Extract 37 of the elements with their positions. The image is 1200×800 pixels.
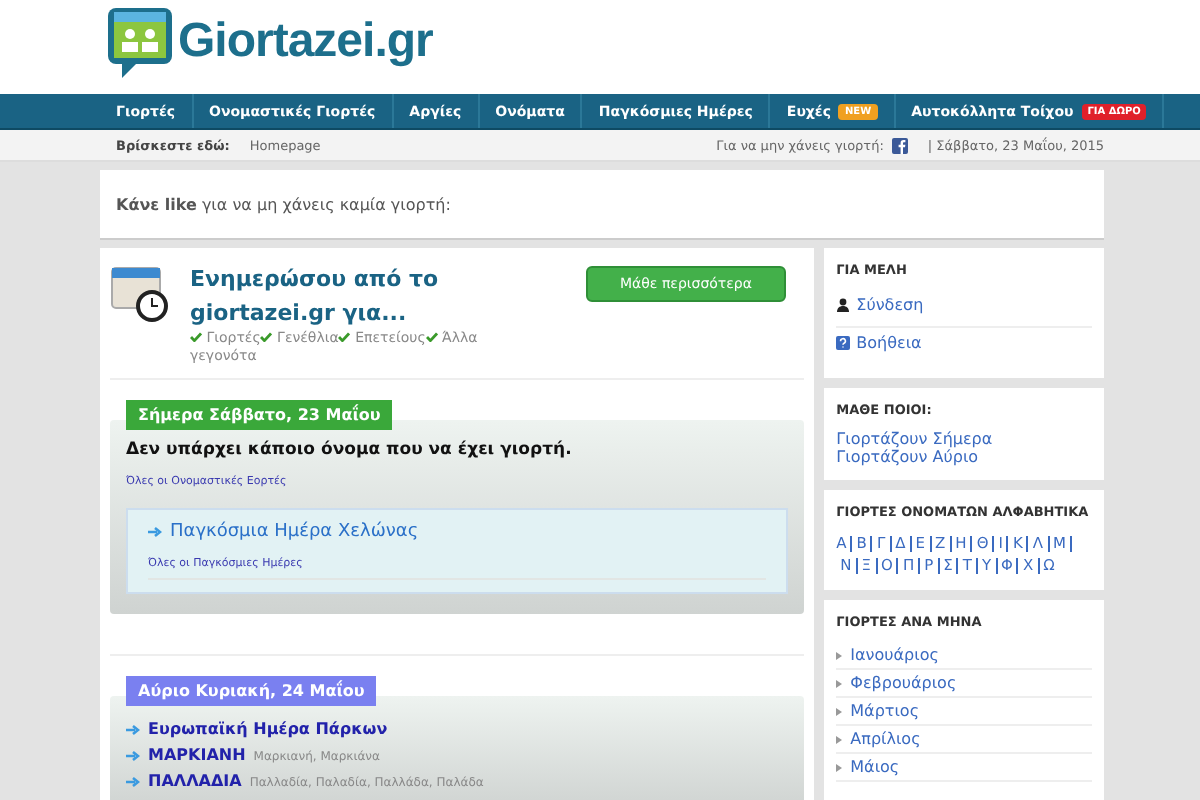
month-link[interactable]: Μάρτιος xyxy=(850,702,920,720)
help-icon xyxy=(836,336,851,350)
bullet-icon xyxy=(836,707,843,715)
check-icon xyxy=(260,332,273,342)
bullet-icon xyxy=(836,651,843,659)
help-link[interactable]: Βοήθεια xyxy=(856,334,922,352)
month-link[interactable]: Φεβρουάριος xyxy=(850,674,957,692)
arrow-icon xyxy=(126,749,140,761)
month-link[interactable]: Ιανουάριος xyxy=(850,646,939,664)
facebook-icon[interactable] xyxy=(891,137,908,153)
check-icon xyxy=(190,332,202,342)
arrow-icon xyxy=(148,526,162,538)
nameday-link[interactable]: ΠΑΛΛΑΔΙΑ xyxy=(148,772,242,790)
nameday-link[interactable]: ΜΑΡΚΙΑΝΗ xyxy=(148,746,246,764)
check-icon xyxy=(338,332,351,342)
arrow-icon xyxy=(126,775,140,787)
month-link[interactable]: Απρίλιος xyxy=(850,730,921,748)
promo-title: Ενημερώσου από το giortazei.gr για... xyxy=(190,264,441,330)
bullet-icon xyxy=(836,679,843,687)
logo-icon[interactable] xyxy=(106,4,174,80)
login-link[interactable]: Σύνδεση xyxy=(856,296,924,314)
day-heading: Σήμερα Σάββατο, 23 Μαΐου xyxy=(126,400,393,430)
sidebar-link[interactable]: Γιορτάζουν Αύριο xyxy=(836,448,1092,466)
no-names-message: Δεν υπάρχει κάποιο όνομα που να έχει γιορτή. xyxy=(126,440,574,460)
world-day-link[interactable]: Παγκόσμια Ημέρα Χελώνας xyxy=(170,522,419,542)
month-link[interactable]: Μάιος xyxy=(850,758,900,776)
check-icon xyxy=(425,332,438,342)
bullet-icon xyxy=(836,735,843,743)
user-icon xyxy=(836,298,851,312)
nameday-link[interactable]: Ευρωπαϊκή Ημέρα Πάρκων xyxy=(148,720,388,738)
arrow-icon xyxy=(126,723,140,735)
bullet-icon xyxy=(836,763,843,771)
calendar-clock-icon xyxy=(110,262,170,322)
like-text: Κάνε like για να μη χάνεις καμία γιορτή: xyxy=(116,195,451,213)
site-logo-text[interactable]: Giortazei.gr xyxy=(178,14,433,70)
sidebar-link[interactable]: Γιορτάζουν Σήμερα xyxy=(836,430,1092,448)
day-heading: Αύριο Κυριακή, 24 Μαΐου xyxy=(126,676,377,706)
